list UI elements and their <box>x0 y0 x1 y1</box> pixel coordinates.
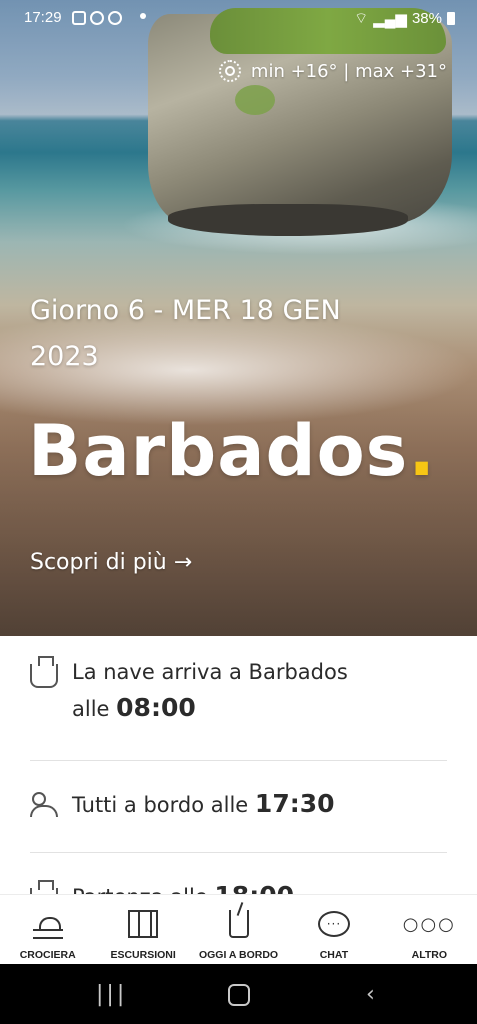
weather-text: min +16° | max +31° <box>250 60 447 82</box>
arrival-prefix: alle <box>72 697 110 721</box>
recent-apps-button[interactable]: ||| <box>96 982 127 1007</box>
list-item-all-aboard: Tutti a bordo alle 17:30 <box>30 786 447 823</box>
signal-icon: ▂▄▆ <box>373 10 407 28</box>
status-bar: 17:29 ⌔ ▂▄▆ 38% <box>0 0 477 36</box>
notification-dot <box>140 13 146 19</box>
nav-item-escursioni[interactable]: ESCURSIONI <box>95 895 190 964</box>
arrival-text: La nave arriva a Barbados <box>72 660 348 684</box>
nav-label: CROCIERA <box>19 949 76 961</box>
home-button[interactable] <box>228 984 250 1006</box>
nav-item-chat[interactable]: ··· CHAT <box>286 895 381 964</box>
nav-label: ESCURSIONI <box>110 949 176 961</box>
rock-base <box>168 204 408 236</box>
status-time: 17:29 <box>24 9 62 26</box>
all-aboard-time: 17:30 <box>254 789 335 818</box>
android-navigation-bar: ||| ‹ <box>0 964 477 1024</box>
destination-name: Barbados <box>28 410 409 492</box>
drink-icon <box>228 910 249 938</box>
day-date-line1: Giorno 6 - MER 18 GEN <box>30 295 341 326</box>
status-system-icons: ⌔ ▂▄▆ 38% <box>354 9 455 28</box>
messenger-icon <box>108 11 122 25</box>
destination-title: Barbados. <box>28 410 436 492</box>
sun-icon <box>218 60 241 82</box>
nav-item-altro[interactable]: ○○○ ALTRO <box>382 895 477 964</box>
people-icon <box>30 792 60 817</box>
wifi-icon: ⌔ <box>354 10 369 27</box>
day-date-line2: 2023 <box>30 341 99 372</box>
back-button[interactable]: ‹ <box>366 982 375 1007</box>
nav-item-oggi-a-bordo[interactable]: OGGI A BORDO <box>191 895 286 964</box>
weather-info: min +16° | max +31° <box>218 60 447 82</box>
departure-time: 18:00 <box>214 881 294 894</box>
nav-item-crociera[interactable]: CROCIERA <box>0 895 95 964</box>
list-item-departure: Partenza alle 18:00 <box>30 878 447 894</box>
map-icon <box>128 910 159 938</box>
day-date: Giorno 6 - MER 18 GEN 2023 <box>30 288 430 380</box>
hero-banner: 17:29 ⌔ ▂▄▆ 38% min +16° | max +31° Gior… <box>0 0 477 636</box>
destination-dot: . <box>408 410 436 492</box>
battery-icon <box>447 12 455 25</box>
discover-more-link[interactable]: Scopri di più → <box>30 550 192 575</box>
departure-prefix: Partenza alle <box>72 885 208 894</box>
gallery-icon <box>72 11 86 25</box>
nav-label: ALTRO <box>411 949 448 961</box>
chat-icon: ··· <box>317 911 350 937</box>
whatsapp-icon <box>90 11 104 25</box>
all-aboard-prefix: Tutti a bordo alle <box>72 793 249 817</box>
ship-icon <box>30 656 58 688</box>
arrival-time: 08:00 <box>116 693 196 722</box>
sunset-icon <box>32 911 63 939</box>
nav-label: OGGI A BORDO <box>198 949 279 961</box>
status-notification-icons <box>72 11 122 25</box>
rock-moss <box>235 85 275 115</box>
port-info-list: La nave arriva a Barbados alle 08:00 Tut… <box>0 636 477 894</box>
divider <box>30 760 447 761</box>
nav-label: CHAT <box>319 949 349 961</box>
more-icon: ○○○ <box>402 913 456 935</box>
divider <box>30 852 447 853</box>
bottom-navigation: CROCIERA ESCURSIONI OGGI A BORDO ··· CHA… <box>0 894 477 964</box>
battery-percentage: 38% <box>411 10 442 27</box>
list-item-arrival: La nave arriva a Barbados alle 08:00 <box>30 654 447 727</box>
